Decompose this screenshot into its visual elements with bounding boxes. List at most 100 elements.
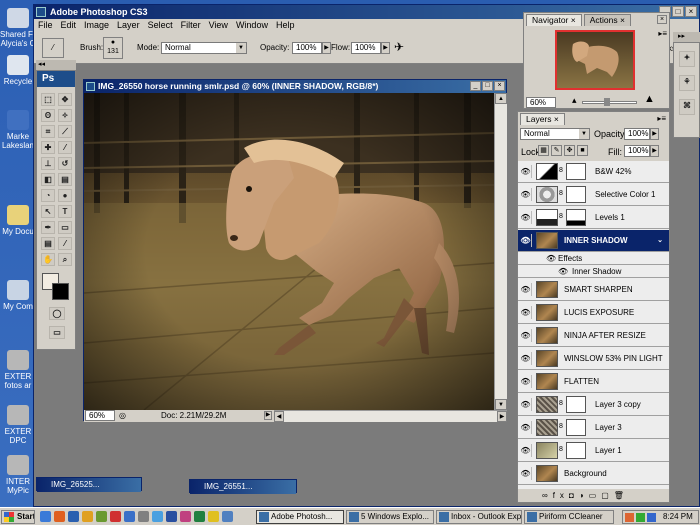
fx-indicator-icon[interactable]: ⌄ <box>657 236 663 244</box>
clone-stamp-tool[interactable]: ⊥ <box>41 157 55 170</box>
layer-row[interactable]: 👁 Background <box>518 463 669 485</box>
tab-actions[interactable]: Actions × <box>583 14 631 26</box>
taskbar-button[interactable]: Piriform CCleaner <box>524 510 614 524</box>
path-selection-tool[interactable]: ↖ <box>41 205 55 218</box>
menu-filter[interactable]: Filter <box>181 20 201 30</box>
clock[interactable]: 8:24 PM <box>663 511 693 523</box>
tab-navigator[interactable]: Navigator × <box>526 14 582 26</box>
quick-launch-icon[interactable] <box>152 511 163 522</box>
eye-icon[interactable]: 👁 <box>520 398 532 411</box>
layers-tab[interactable]: Layers × <box>520 113 565 125</box>
fill-input[interactable]: 100% <box>624 145 650 157</box>
chain-link-icon[interactable]: 8 <box>559 446 563 453</box>
chain-link-icon[interactable]: 8 <box>559 167 563 174</box>
dock-icon-1[interactable]: ✦ <box>679 51 695 67</box>
desktop-icon[interactable]: My Com <box>0 280 36 311</box>
taskbar-button[interactable]: Inbox - Outlook Exp... <box>436 510 522 524</box>
eyedropper-tool[interactable]: ⁄ <box>58 237 72 250</box>
lock-pixels-button[interactable]: ✎ <box>551 145 562 156</box>
link-layers-icon[interactable]: ∞ <box>542 491 553 500</box>
quick-launch-icon[interactable] <box>40 511 51 522</box>
flow-arrow[interactable]: ▶ <box>381 42 390 54</box>
taskbar-button[interactable]: 5 Windows Explo... <box>346 510 434 524</box>
history-brush-tool[interactable]: ↺ <box>58 157 72 170</box>
layer-row[interactable]: 👁 8 B&W 42% <box>518 161 669 183</box>
layer-mask-thumbnail[interactable] <box>566 419 586 436</box>
opacity-arrow[interactable]: ▶ <box>322 42 331 54</box>
menu-image[interactable]: Image <box>84 20 109 30</box>
background-color[interactable] <box>52 283 69 300</box>
desktop-icon[interactable]: Shared Fo Alycia's C <box>0 8 36 48</box>
vertical-scrollbar[interactable]: ▲ ▼ <box>494 93 507 410</box>
zoom-in-icon[interactable]: ▲ <box>644 93 655 105</box>
app-close-button[interactable]: × <box>685 6 697 17</box>
inner-shadow-effect-row[interactable]: 👁 Inner Shadow <box>518 266 669 278</box>
quick-launch-icon[interactable] <box>68 511 79 522</box>
quick-launch-icon[interactable] <box>208 511 219 522</box>
quick-launch-icon[interactable] <box>138 511 149 522</box>
eye-icon[interactable]: 👁 <box>520 283 532 296</box>
brush-tool[interactable]: ⁄ <box>58 141 72 154</box>
lasso-tool[interactable]: ʘ <box>41 109 55 122</box>
menu-edit[interactable]: Edit <box>61 20 77 30</box>
maximize-button[interactable]: □ <box>482 81 493 91</box>
zoom-out-icon[interactable]: ▴ <box>572 95 577 106</box>
desktop-icon[interactable]: EXTER fotos ar <box>0 350 36 390</box>
healing-brush-tool[interactable]: ✚ <box>41 141 55 154</box>
layers-menu-icon[interactable]: ▸≡ <box>657 114 666 123</box>
scroll-up-arrow[interactable]: ▲ <box>495 93 507 104</box>
quick-launch-icon[interactable] <box>54 511 65 522</box>
chain-link-icon[interactable]: 8 <box>559 213 563 220</box>
lock-all-button[interactable]: ■ <box>577 145 588 156</box>
menu-view[interactable]: View <box>209 20 228 30</box>
screen-mode-button[interactable]: ▭ <box>49 326 65 339</box>
menu-select[interactable]: Select <box>148 20 173 30</box>
dodge-tool[interactable]: ● <box>58 189 72 202</box>
start-button[interactable]: Start <box>1 510 35 524</box>
adjustment-layer-icon[interactable]: ◑ <box>579 491 589 500</box>
desktop-icon[interactable]: My Docu <box>0 205 36 236</box>
quick-launch-icon[interactable] <box>180 511 191 522</box>
menu-help[interactable]: Help <box>276 20 295 30</box>
layer-row[interactable]: 👁 INNER SHADOW ⌄ <box>518 230 669 252</box>
fill-arrow[interactable]: ▶ <box>650 145 659 157</box>
slice-tool[interactable]: ⟋ <box>58 125 72 138</box>
taskbar-button[interactable]: Adobe Photosh... <box>256 510 344 524</box>
layer-mask-thumbnail[interactable] <box>566 396 586 413</box>
eye-icon[interactable]: 👁 <box>520 211 532 224</box>
chain-link-icon[interactable]: 8 <box>559 190 563 197</box>
brush-preset-button[interactable]: ⁄ <box>42 38 64 58</box>
eye-icon[interactable]: 👁 <box>520 188 532 201</box>
lock-transparency-button[interactable]: ▦ <box>538 145 549 156</box>
layer-row[interactable]: 👁 8 Layer 3 <box>518 417 669 439</box>
flow-input[interactable]: 100% <box>351 42 381 54</box>
eye-icon[interactable]: 👁 <box>520 375 532 388</box>
scroll-right-arrow[interactable]: ▶ <box>497 411 507 422</box>
gradient-tool[interactable]: ▤ <box>58 173 72 186</box>
quick-launch-icon[interactable] <box>82 511 93 522</box>
pen-tool[interactable]: ✒ <box>41 221 55 234</box>
image-canvas[interactable] <box>84 93 494 410</box>
magic-wand-tool[interactable]: ✧ <box>58 109 72 122</box>
marquee-tool[interactable]: ⬚ <box>41 93 55 106</box>
blend-mode-select[interactable]: Normal ▼ <box>520 128 590 140</box>
chain-link-icon[interactable]: 8 <box>559 400 563 407</box>
eye-icon[interactable]: 👁 <box>520 444 532 457</box>
new-layer-icon[interactable]: ▢ <box>601 491 614 500</box>
layer-row[interactable]: 👁 8 Levels 1 <box>518 207 669 229</box>
navigator-zoom-field[interactable]: 60% <box>526 97 556 108</box>
airbrush-icon[interactable]: ✈ <box>394 40 404 54</box>
shape-tool[interactable]: ▭ <box>58 221 72 234</box>
tools-header[interactable]: ◂◂ <box>36 60 76 70</box>
trash-icon[interactable]: 🗑 <box>614 491 629 500</box>
quick-launch-icon[interactable] <box>124 511 135 522</box>
zoom-slider-handle[interactable] <box>604 98 610 106</box>
tray-icon-1[interactable] <box>625 513 634 522</box>
eye-icon[interactable]: 👁 <box>520 352 532 365</box>
menu-file[interactable]: File <box>38 20 53 30</box>
eye-icon[interactable]: 👁 <box>520 234 532 247</box>
layer-row[interactable]: 👁 LUCIS EXPOSURE <box>518 302 669 324</box>
minimized-window-2[interactable]: IMG_26551... <box>189 479 297 494</box>
desktop-icon[interactable]: INTER MyPic <box>0 455 36 495</box>
eye-icon[interactable]: 👁 <box>520 467 532 480</box>
